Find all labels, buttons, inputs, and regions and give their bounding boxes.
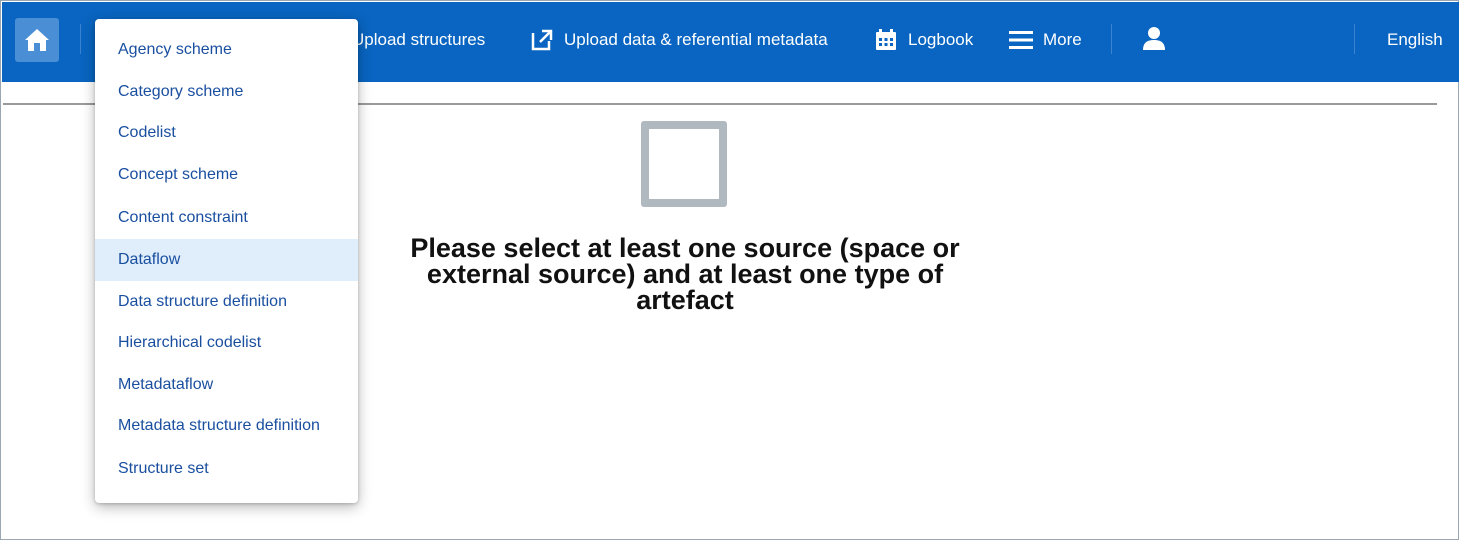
language-label: English: [1387, 30, 1443, 49]
nav-logbook-label: Logbook: [908, 30, 974, 49]
calendar-icon: [874, 28, 898, 52]
nav-upload-data-label: Upload data & referential metadata: [564, 30, 828, 49]
nav-separator: [1111, 24, 1112, 54]
nav-separator: [80, 24, 81, 54]
home-button[interactable]: [15, 18, 59, 62]
user-icon: [1141, 25, 1167, 56]
external-upload-icon: [530, 28, 554, 52]
dropdown-item-metadata-structure-definition[interactable]: Metadata structure definition: [95, 405, 358, 447]
nav-more-label: More: [1043, 30, 1082, 49]
dropdown-item-label: Codelist: [118, 124, 176, 141]
dropdown-item-category-scheme[interactable]: Category scheme: [95, 71, 358, 113]
dropdown-item-codelist[interactable]: Codelist: [95, 112, 358, 154]
artefact-type-dropdown: Agency scheme Category scheme Codelist C…: [95, 19, 358, 503]
app-frame: Upload structures Upload data & referent…: [0, 0, 1459, 540]
dropdown-item-hierarchical-codelist[interactable]: Hierarchical codelist: [95, 322, 358, 364]
dropdown-item-agency-scheme[interactable]: Agency scheme: [95, 29, 358, 71]
hamburger-icon: [1009, 30, 1033, 50]
empty-state-icon: [641, 121, 727, 207]
dropdown-item-label: Concept scheme: [118, 166, 239, 183]
dropdown-item-label: Hierarchical codelist: [118, 334, 262, 351]
dropdown-item-label: Structure set: [118, 460, 209, 477]
dropdown-item-data-structure-definition[interactable]: Data structure definition: [95, 281, 358, 323]
dropdown-item-label: Category scheme: [118, 83, 244, 100]
dropdown-item-label: Agency scheme: [118, 41, 232, 58]
nav-upload-structures-label: Upload structures: [352, 30, 486, 49]
nav-more[interactable]: More: [1009, 26, 1082, 54]
nav-separator: [1354, 24, 1355, 54]
language-selector[interactable]: English: [1387, 26, 1443, 54]
dropdown-item-dataflow[interactable]: Dataflow: [95, 239, 358, 281]
dropdown-item-concept-scheme[interactable]: Concept scheme: [95, 154, 358, 196]
dropdown-item-label: Dataflow: [118, 251, 181, 268]
empty-state-message: Please select at least one source (space…: [410, 233, 960, 315]
dropdown-item-structure-set[interactable]: Structure set: [95, 448, 358, 490]
dropdown-item-label: Content constraint: [118, 209, 248, 226]
nav-logbook[interactable]: Logbook: [874, 26, 973, 54]
dropdown-item-label: Metadata structure definition: [118, 417, 320, 434]
dropdown-item-label: Metadataflow: [118, 376, 214, 393]
dropdown-item-label: Data structure definition: [118, 293, 287, 310]
nav-upload-structures[interactable]: Upload structures: [352, 26, 485, 54]
home-icon: [25, 29, 49, 51]
user-menu[interactable]: [1141, 26, 1167, 54]
dropdown-item-content-constraint[interactable]: Content constraint: [95, 197, 358, 239]
nav-upload-data[interactable]: Upload data & referential metadata: [530, 26, 828, 54]
dropdown-item-metadataflow[interactable]: Metadataflow: [95, 364, 358, 406]
